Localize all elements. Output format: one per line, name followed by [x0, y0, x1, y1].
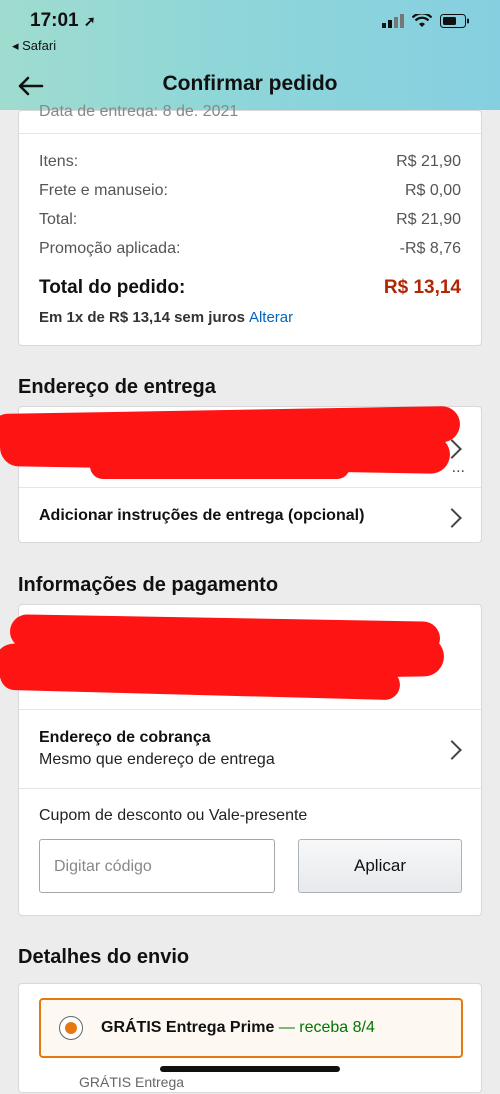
chevron-right-icon[interactable]	[442, 508, 462, 528]
redaction-mark	[90, 453, 350, 479]
installments-line: Em 1x de R$ 13,14 sem juros Alterar	[39, 309, 293, 326]
payment-section-title: Informações de pagamento	[18, 574, 279, 596]
shipping-section-title: Detalhes do envio	[18, 946, 190, 968]
items-label: Itens:	[39, 153, 79, 170]
installments-text: Em 1x de R$ 13,14 sem juros	[39, 309, 245, 326]
total-value: R$ 21,90	[396, 211, 461, 228]
location-arrow-icon: ➚	[83, 13, 96, 29]
shipping-option-partial: GRÁTIS Entrega	[79, 1074, 185, 1090]
promo-value: -R$ 8,76	[399, 240, 461, 257]
coupon-code-input[interactable]: Digitar código	[39, 839, 275, 893]
shipping-row: Frete e manuseio: R$ 0,00	[39, 182, 461, 200]
selected-radio-icon[interactable]	[59, 1016, 83, 1040]
divider	[19, 487, 481, 488]
order-summary-card: Data de entrega: 8 de. 2021 Itens: R$ 21…	[18, 103, 482, 346]
page-title: Confirmar pedido	[162, 72, 338, 95]
change-installments-link[interactable]: Alterar	[249, 309, 293, 326]
items-value: R$ 21,90	[396, 153, 461, 170]
shipping-option-date: — receba 8/4	[274, 1019, 375, 1036]
shipping-option-label: GRÁTIS Entrega Prime — receba 8/4	[101, 1019, 375, 1037]
home-indicator	[160, 1066, 340, 1072]
shipping-card: GRÁTIS Entrega Prime — receba 8/4 GRÁTIS…	[18, 983, 482, 1093]
divider	[19, 709, 481, 710]
apply-coupon-button[interactable]: Aplicar	[298, 839, 462, 893]
battery-icon	[440, 14, 469, 28]
delivery-date-partial: Data de entrega: 8 de. 2021	[39, 103, 239, 117]
status-icons	[382, 14, 470, 28]
delivery-section-title: Endereço de entrega	[18, 376, 216, 398]
status-bar: 17:01 ➚ ◂ Safari	[0, 0, 500, 62]
promo-row: Promoção aplicada: -R$ 8,76	[39, 240, 461, 258]
order-total-value: R$ 13,14	[383, 277, 461, 298]
back-to-safari-link[interactable]: ◂ Safari	[12, 38, 56, 54]
wifi-icon	[412, 14, 432, 27]
coupon-label: Cupom de desconto ou Vale-presente	[39, 807, 308, 824]
shipping-value: R$ 0,00	[404, 182, 461, 199]
shipping-option-prime[interactable]: GRÁTIS Entrega Prime — receba 8/4	[39, 998, 463, 1058]
divider	[19, 788, 481, 789]
status-time: 17:01 ➚	[30, 10, 96, 31]
shipping-option-name: GRÁTIS Entrega Prime	[101, 1019, 275, 1036]
order-total-row: Total do pedido: R$ 13,14	[39, 277, 461, 299]
items-row: Itens: R$ 21,90	[39, 153, 461, 171]
order-total-label: Total do pedido:	[39, 277, 186, 298]
billing-address-title[interactable]: Endereço de cobrança	[39, 729, 211, 747]
total-label: Total:	[39, 211, 78, 228]
promo-label: Promoção aplicada:	[39, 240, 181, 257]
shipping-label: Frete e manuseio:	[39, 182, 168, 199]
divider	[19, 133, 481, 134]
delivery-instructions-link[interactable]: Adicionar instruções de entrega (opciona…	[39, 507, 364, 525]
cellular-signal-icon	[382, 14, 404, 28]
address-ellipsis: ...	[451, 459, 465, 476]
billing-address-subtitle: Mesmo que endereço de entrega	[39, 751, 275, 768]
chevron-right-icon[interactable]	[442, 740, 462, 760]
total-row: Total: R$ 21,90	[39, 211, 461, 229]
